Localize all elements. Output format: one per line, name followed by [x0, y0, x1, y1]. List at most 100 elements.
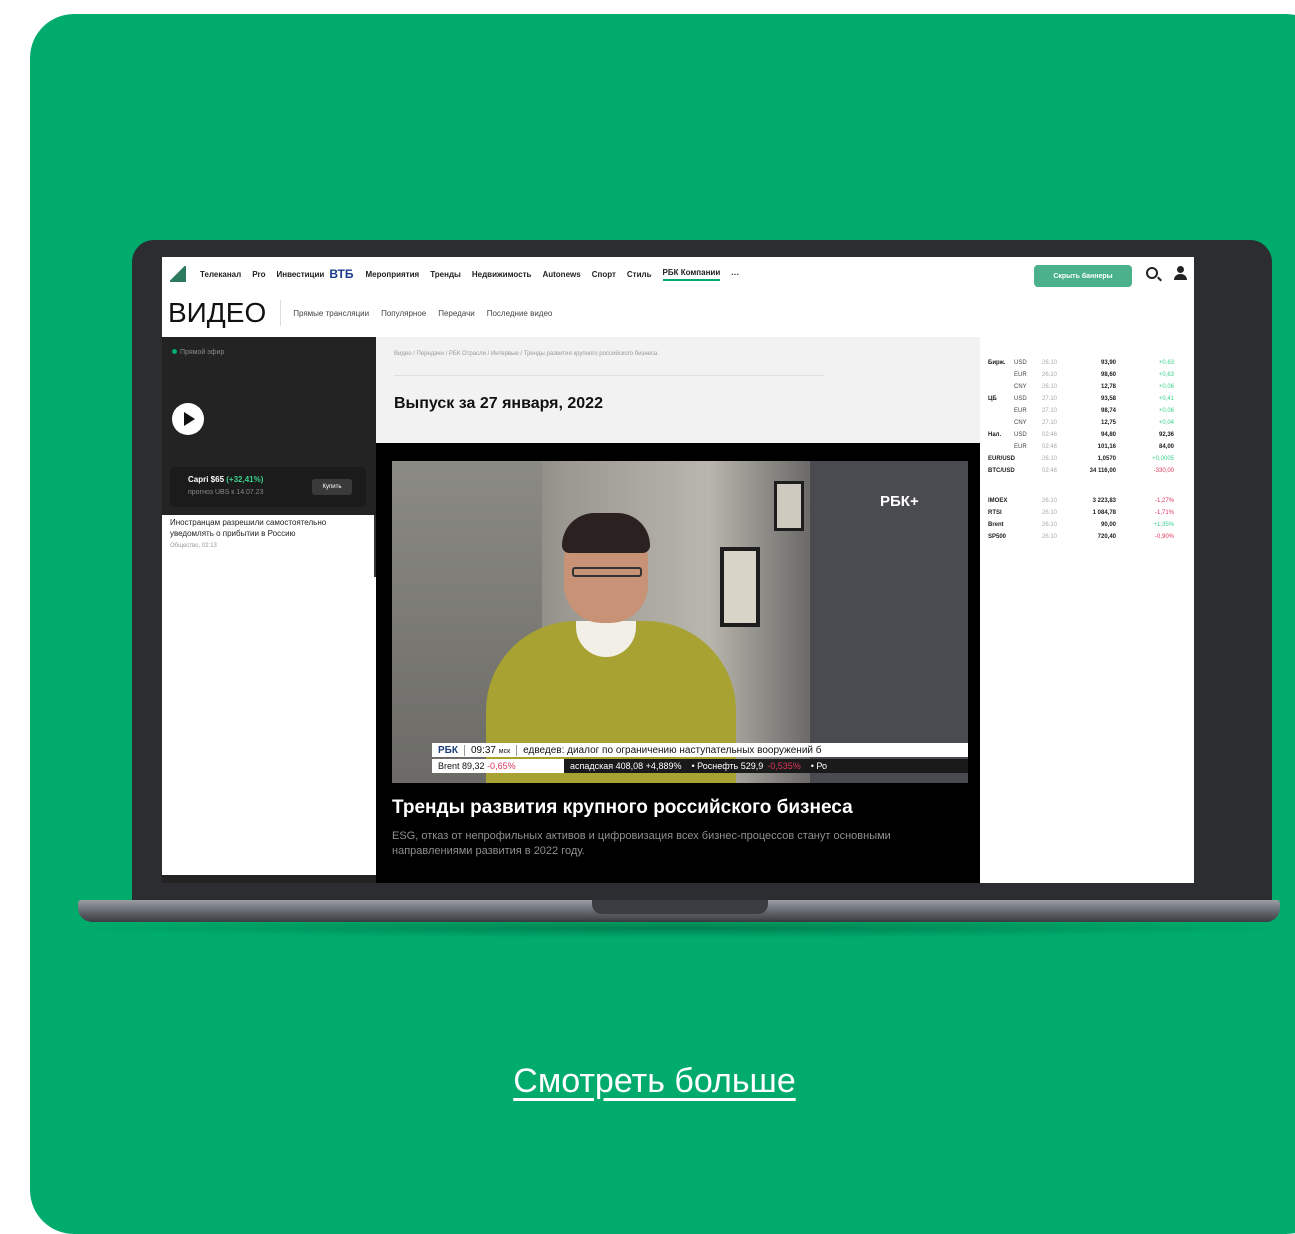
nav-item-pro[interactable]: Pro	[252, 270, 265, 279]
ticker-time: 09:37 мск	[463, 744, 518, 756]
quote-change: -0,90%	[1154, 534, 1174, 540]
rbk-plus-logo: РБК+	[880, 493, 919, 510]
quote-date: 26.10	[1042, 498, 1058, 504]
quote-change: +0,06	[1158, 384, 1174, 390]
nav-item-events[interactable]: Мероприятия	[365, 270, 419, 279]
side-news-item[interactable]: Иностранцам разрешили самостоятельно уве…	[170, 517, 370, 549]
rbc-logo-icon[interactable]	[170, 266, 186, 282]
quote-row[interactable]: Brent 26.10 90,00 +1,35%	[980, 519, 1194, 531]
quote-row[interactable]: CNY 26.10 12,78 +0,06	[980, 381, 1194, 393]
play-button[interactable]	[172, 403, 204, 435]
quotes-widget: Бирж. USD 26.10 93,90 +0,63 EUR 26.10 98,60 +0,6…	[980, 357, 1194, 543]
quote-change: +0,41	[1158, 396, 1174, 402]
quote-row[interactable]: SP500 26.10 720,40 -0,90%	[980, 531, 1194, 543]
subnav-latest[interactable]: Последние видео	[487, 309, 553, 318]
quote-date: 02:46	[1042, 468, 1058, 474]
live-label[interactable]: Прямой эфир	[172, 349, 224, 356]
quote-value: 1 084,78	[1092, 510, 1116, 516]
subnav-popular[interactable]: Популярное	[381, 309, 426, 318]
promo-buy-button[interactable]: Купить	[312, 479, 352, 495]
nav-item-style[interactable]: Стиль	[627, 270, 652, 279]
video-player[interactable]: РБК+ РБК 09:37 мск едведев: диалог по ог…	[392, 461, 968, 783]
quote-group: Бирж.	[988, 360, 1006, 366]
section-title: ВИДЕО	[168, 297, 267, 328]
subnav-shows[interactable]: Передачи	[438, 309, 475, 318]
quote-change: 84,00	[1158, 444, 1174, 450]
quote-group: Нал.	[988, 432, 1002, 438]
side-news-headline[interactable]: Иностранцам разрешили самостоятельно уве…	[170, 517, 370, 539]
vtb-logo[interactable]: ВТБ	[329, 267, 353, 281]
see-more-link[interactable]: Смотреть больше	[0, 1062, 1295, 1101]
section-header: ВИДЕО Прямые трансляции Популярное Перед…	[162, 293, 1194, 333]
quote-row[interactable]: CNY 27.10 12,75 +0,04	[980, 417, 1194, 429]
quote-value: 3 223,83	[1092, 498, 1116, 504]
quote-date: 26.10	[1042, 384, 1058, 390]
quote-row[interactable]: EUR 27.10 98,74 +0,06	[980, 405, 1194, 417]
video-scene	[774, 481, 804, 531]
quote-row[interactable]: RTSI 26.10 1 084,78 -1,71%	[980, 507, 1194, 519]
quote-group: IMOEX	[988, 498, 1008, 504]
quote-change: -1,27%	[1154, 498, 1174, 504]
quote-currency: EUR	[1014, 372, 1027, 378]
breadcrumb[interactable]: Видео / Передачи / РБК Отрасли / Интервь…	[394, 351, 657, 357]
quote-group: BTC/USD	[988, 468, 1015, 474]
nav-item-sport[interactable]: Спорт	[592, 270, 616, 279]
laptop-screen: Телеканал Pro Инвестиции ВТБ Мероприятия…	[162, 257, 1194, 883]
quote-group: ЦБ	[988, 396, 997, 402]
news-ticker: РБК 09:37 мск едведев: диалог по огранич…	[432, 743, 968, 757]
quote-row[interactable]: ЦБ USD 27.10 93,58 +0,41	[980, 393, 1194, 405]
quote-row[interactable]: EUR/USD 26.10 1,0570 +0,0005	[980, 453, 1194, 465]
quote-value: 93,90	[1100, 360, 1116, 366]
hide-banners-button[interactable]: Скрыть баннеры	[1034, 265, 1132, 287]
divider	[280, 300, 282, 326]
subnav-live[interactable]: Прямые трансляции	[293, 309, 369, 318]
quote-row[interactable]: IMOEX 26.10 3 223,83 -1,27%	[980, 495, 1194, 507]
live-dot-icon	[172, 349, 177, 354]
quote-group: EUR/USD	[988, 456, 1016, 462]
quote-group: Brent	[988, 522, 1004, 528]
nav-item-trends[interactable]: Тренды	[430, 270, 461, 279]
quote-date: 27.10	[1042, 420, 1058, 426]
laptop-notch	[592, 900, 768, 914]
quote-row[interactable]: EUR 26.10 98,60 +0,63	[980, 369, 1194, 381]
nav-item-tv[interactable]: Телеканал	[200, 270, 241, 279]
quote-date: 26.10	[1042, 456, 1058, 462]
video-title[interactable]: Тренды развития крупного российского биз…	[392, 797, 853, 819]
quote-value: 90,00	[1100, 522, 1116, 528]
quote-row[interactable]: EUR 02:46 101,16 84,00	[980, 441, 1194, 453]
quote-currency: CNY	[1014, 420, 1027, 426]
user-icon[interactable]	[1174, 266, 1188, 280]
quote-change: +0,63	[1158, 372, 1174, 378]
divider	[394, 375, 824, 376]
quote-currency: USD	[1014, 360, 1027, 366]
ticker-brent: Brent 89,32 -0,65%	[432, 759, 564, 773]
quote-change: -330,00	[1153, 468, 1174, 474]
promo-banner[interactable]: Capri $65 (+32,41%) прогноз UBS к 14.07.…	[170, 467, 366, 507]
nav-item-realty[interactable]: Недвижимость	[472, 270, 532, 279]
quote-date: 26.10	[1042, 510, 1058, 516]
search-icon[interactable]	[1146, 267, 1158, 279]
quote-date: 02:46	[1042, 444, 1058, 450]
quote-currency: CNY	[1014, 384, 1027, 390]
quote-change: +0,0005	[1152, 456, 1174, 462]
ticker-item: • Ро	[810, 761, 828, 771]
ticker-text: едведев: диалог по ограничению наступате…	[523, 744, 822, 756]
quote-change: +0,06	[1158, 408, 1174, 414]
quote-row[interactable]: Бирж. USD 26.10 93,90 +0,63	[980, 357, 1194, 369]
quote-value: 12,78	[1100, 384, 1116, 390]
quote-change: +0,63	[1158, 360, 1174, 366]
nav-item-autonews[interactable]: Autonews	[542, 270, 580, 279]
quote-value: 720,40	[1097, 534, 1116, 540]
nav-item-investments[interactable]: Инвестиции	[277, 270, 325, 279]
nav-more-icon[interactable]: ···	[731, 270, 739, 279]
promo-title: Capri $65 (+32,41%)	[188, 475, 264, 484]
laptop-shadow	[60, 918, 1295, 938]
quote-change: -1,71%	[1154, 510, 1174, 516]
quote-row[interactable]: BTC/USD 02:46 34 116,00 -330,00	[980, 465, 1194, 477]
quote-date: 26.10	[1042, 522, 1058, 528]
quote-row[interactable]: Нал. USD 02:46 94,80 92,36	[980, 429, 1194, 441]
quote-group: RTSI	[988, 510, 1002, 516]
quote-change: +0,04	[1158, 420, 1174, 426]
nav-item-companies[interactable]: РБК Компании	[662, 268, 721, 281]
promo-subtitle: прогноз UBS к 14.07.23	[188, 489, 264, 496]
